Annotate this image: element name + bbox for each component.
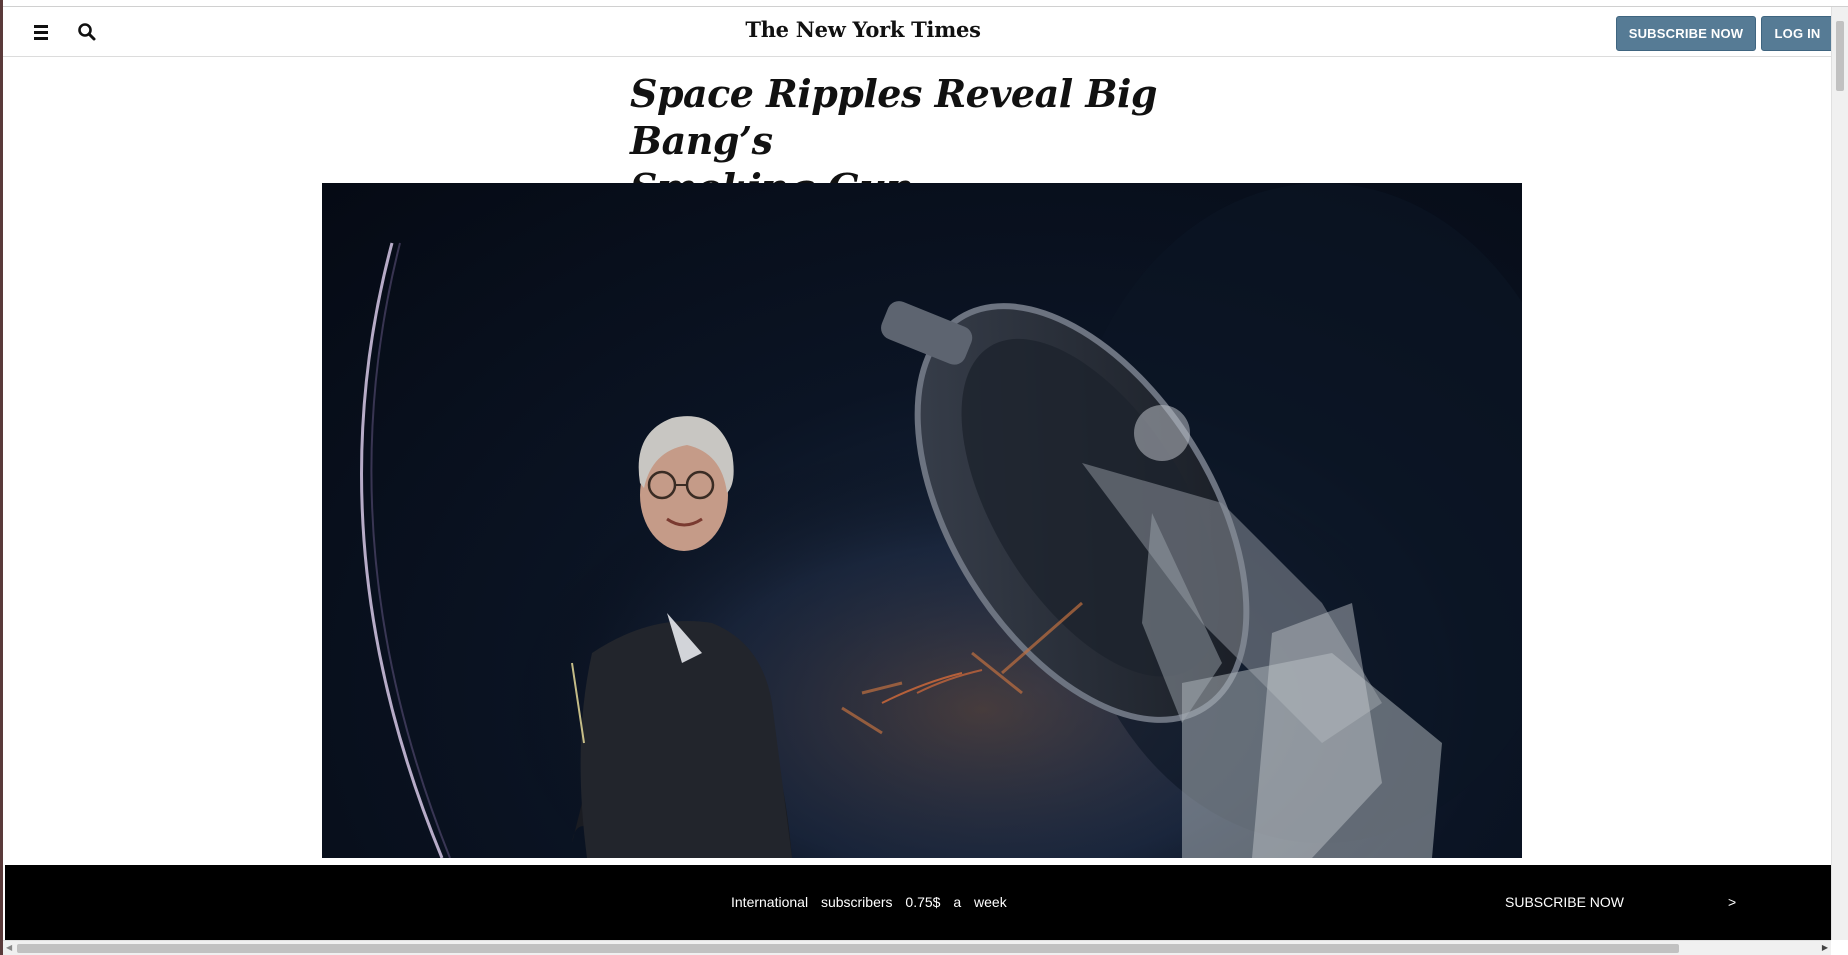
headline-line-1: Space Ripples Reveal Big Bang’s [630, 71, 1158, 163]
subscribe-now-button[interactable]: SUBSCRIBE NOW [1616, 16, 1756, 51]
masthead: The New York Times SUBSCRIBE NOW LOG IN [3, 7, 1834, 57]
vertical-scrollbar[interactable] [1831, 7, 1848, 940]
horizontal-scroll-thumb[interactable] [17, 944, 1679, 953]
scroll-right-arrow-icon[interactable]: ▶ [1822, 943, 1828, 952]
window-left-edge [0, 0, 3, 955]
subscription-promo-bar: International subscribers 0.75$ a week S… [5, 865, 1841, 940]
promo-text: International subscribers 0.75$ a week [731, 894, 1007, 910]
vertical-scroll-thumb[interactable] [1836, 21, 1844, 91]
nyt-logo[interactable]: The New York Times [3, 17, 1723, 42]
article-hero-photo [322, 183, 1522, 858]
window-top-edge [0, 0, 1848, 7]
scroll-left-arrow-icon[interactable]: ◀ [6, 943, 12, 952]
log-in-button[interactable]: LOG IN [1761, 16, 1834, 51]
horizontal-scrollbar[interactable]: ◀ ▶ [3, 940, 1831, 955]
promo-subscribe-link[interactable]: SUBSCRIBE NOW [1505, 894, 1624, 910]
promo-arrow-icon[interactable]: > [1728, 894, 1736, 910]
